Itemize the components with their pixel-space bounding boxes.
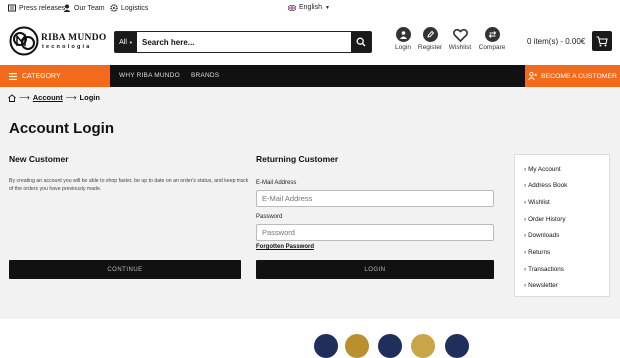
add-user-icon — [528, 72, 538, 80]
continue-button[interactable]: CONTINUE — [9, 260, 241, 279]
uk-flag-icon — [288, 4, 296, 11]
pencil-icon — [422, 27, 438, 42]
cart-summary[interactable]: 0 item(s) - 0.00€ — [527, 37, 585, 46]
returning-customer-heading: Returning Customer — [256, 154, 339, 164]
home-icon[interactable] — [8, 93, 16, 102]
main-content: ⟶ Account ⟶ Login Account Login New Cust… — [0, 87, 620, 319]
chevron-right-icon: › — [524, 232, 527, 239]
sidebar-item-order-history[interactable]: › Order History — [524, 216, 566, 223]
partner-badge-icon — [378, 334, 402, 358]
sidebar-item-label: Wishlist — [528, 199, 550, 206]
sidebar-item-label: Address Book — [528, 182, 568, 189]
logo-subtitle: tecnologia — [42, 44, 92, 50]
chevron-right-icon: › — [524, 199, 527, 206]
chevron-down-icon: ▼ — [128, 39, 133, 45]
login-label: Login — [395, 44, 411, 51]
press-releases-label: Press releases — [19, 4, 66, 12]
become-customer-label: BECOME A CUSTOMER — [541, 72, 617, 80]
heart-icon — [452, 27, 468, 42]
newspaper-icon — [8, 4, 16, 12]
our-team-link[interactable]: Our Team — [63, 4, 105, 12]
logistics-link[interactable]: Logistics — [110, 4, 148, 12]
person-icon — [63, 4, 71, 12]
sidebar-item-label: My Account — [528, 166, 561, 173]
main-nav: CATEGORY WHY RIBA MUNDO BRANDS BECOME A … — [0, 65, 620, 87]
partner-badge-icon — [345, 334, 369, 358]
logo-name: RIBA MUNDO — [41, 33, 107, 43]
breadcrumb-arrow-icon: ⟶ — [65, 93, 77, 102]
sidebar-item-wishlist[interactable]: › Wishlist — [524, 199, 550, 206]
sidebar-item-transactions[interactable]: › Transactions — [524, 266, 564, 273]
page-title: Account Login — [9, 120, 114, 137]
category-menu-button[interactable]: CATEGORY — [0, 65, 110, 87]
our-team-label: Our Team — [74, 4, 105, 12]
compare-icon — [484, 27, 500, 42]
cart-icon — [596, 35, 608, 46]
sidebar-item-label: Newsletter — [528, 282, 558, 289]
sidebar-item-returns[interactable]: › Returns — [524, 249, 550, 256]
password-field[interactable] — [256, 224, 494, 241]
search-bar: All ▼ — [114, 31, 372, 53]
search-category-select[interactable]: All ▼ — [115, 32, 137, 52]
search-icon — [356, 37, 366, 47]
nav-link-why-riba-mundo[interactable]: WHY RIBA MUNDO — [119, 72, 180, 79]
gear-icon — [110, 4, 118, 12]
logo[interactable]: RIBA MUNDO tecnologia — [9, 26, 107, 56]
logistics-label: Logistics — [121, 4, 149, 12]
category-label: CATEGORY — [22, 72, 61, 80]
caret-down-icon: ▼ — [324, 4, 330, 11]
menu-icon — [9, 72, 17, 80]
new-customer-text: By creating an account you will be able … — [9, 178, 249, 192]
header: RIBA MUNDO tecnologia All ▼ Login Regist… — [0, 17, 620, 65]
sidebar-item-newsletter[interactable]: › Newsletter — [524, 282, 558, 289]
register-link[interactable]: Register — [413, 27, 447, 51]
login-button[interactable]: LOGIN — [256, 260, 494, 279]
search-input[interactable] — [137, 32, 351, 52]
search-button[interactable] — [351, 32, 371, 52]
cart-button[interactable] — [592, 31, 612, 51]
chevron-right-icon: › — [524, 266, 527, 273]
breadcrumb-current: Login — [79, 93, 100, 102]
chevron-right-icon: › — [524, 182, 527, 189]
sidebar-item-my-account[interactable]: › My Account — [524, 166, 561, 173]
forgotten-password-link[interactable]: Forgotten Password — [256, 244, 314, 250]
email-field[interactable] — [256, 190, 494, 207]
become-customer-button[interactable]: BECOME A CUSTOMER — [525, 65, 620, 87]
nav-link-brands[interactable]: BRANDS — [191, 72, 219, 79]
compare-link[interactable]: Compare — [475, 27, 509, 51]
partner-badge-icon — [411, 334, 435, 358]
sidebar-item-label: Transactions — [528, 266, 564, 273]
top-bar: Press releases Our Team Logistics Englis… — [0, 0, 620, 17]
wishlist-link[interactable]: Wishlist — [443, 27, 477, 51]
sidebar-item-address-book[interactable]: › Address Book — [524, 182, 567, 189]
sidebar-item-downloads[interactable]: › Downloads — [524, 232, 559, 239]
language-label: English — [299, 4, 322, 11]
chevron-right-icon: › — [524, 166, 527, 173]
register-label: Register — [417, 44, 443, 51]
breadcrumb-account-link[interactable]: Account — [33, 93, 63, 102]
partner-badge-icon — [314, 334, 338, 358]
compare-label: Compare — [478, 44, 506, 51]
password-label: Password — [256, 214, 283, 220]
partner-badge-icon — [445, 334, 469, 358]
breadcrumb: ⟶ Account ⟶ Login — [8, 93, 100, 102]
account-sidebar: › My Account › Address Book › Wishlist › Ord… — [514, 154, 610, 297]
search-category-label: All — [119, 38, 127, 46]
user-icon — [395, 27, 411, 42]
language-selector[interactable]: English ▼ — [288, 4, 330, 11]
email-label: E-Mail Address — [256, 180, 297, 186]
press-releases-link[interactable]: Press releases — [8, 4, 65, 12]
new-customer-heading: New Customer — [9, 154, 69, 164]
logo-mark-icon — [9, 26, 39, 56]
breadcrumb-arrow-icon: ⟶ — [19, 93, 30, 102]
chevron-right-icon: › — [524, 249, 527, 256]
wishlist-label: Wishlist — [448, 44, 472, 51]
chevron-right-icon: › — [524, 282, 527, 289]
sidebar-item-label: Downloads — [528, 232, 560, 239]
chevron-right-icon: › — [524, 216, 527, 223]
sidebar-item-label: Returns — [528, 249, 551, 256]
sidebar-item-label: Order History — [528, 216, 566, 223]
footer-partners — [0, 319, 620, 343]
